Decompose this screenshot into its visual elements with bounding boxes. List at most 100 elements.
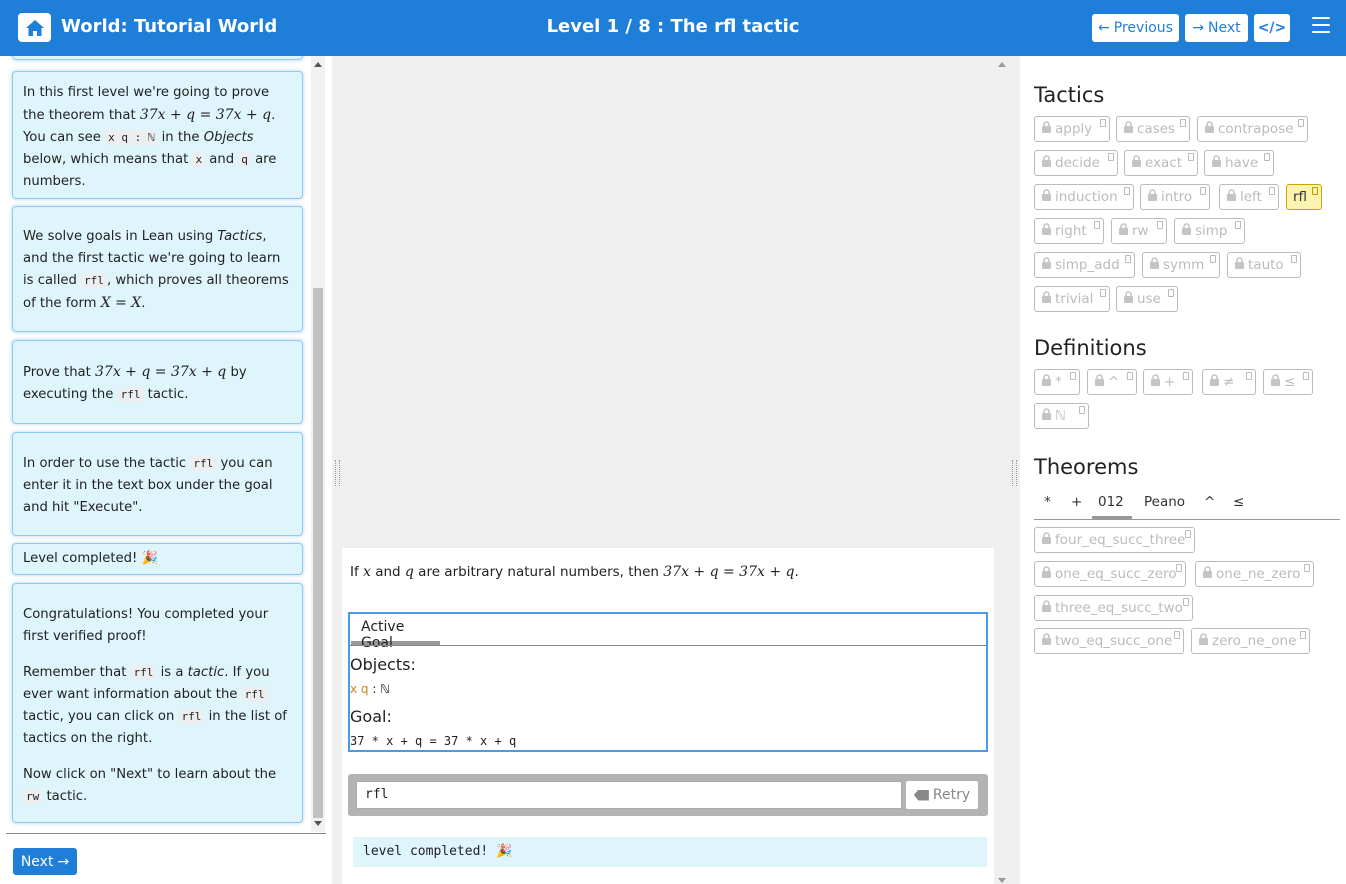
intro-scroll-area[interactable]: In this first level we're going to prove… (0, 56, 326, 832)
locked-chip[interactable]: ^ (1087, 369, 1137, 395)
doc-icon (1183, 372, 1189, 380)
doc-icon (1264, 153, 1270, 161)
tab-012[interactable]: 012 (1098, 494, 1124, 510)
locked-chip[interactable]: simp_add (1034, 252, 1135, 278)
locked-chip[interactable]: one_eq_succ_zero (1034, 561, 1186, 587)
lock-icon (1041, 223, 1052, 239)
locked-chip[interactable]: zero_ne_one (1191, 628, 1310, 654)
locked-chip[interactable]: trivial (1034, 286, 1110, 312)
chip-label: tauto (1248, 257, 1284, 273)
locked-chip[interactable]: + (1143, 369, 1193, 395)
doc-icon (1174, 631, 1180, 639)
tab-peano[interactable]: Peano (1144, 494, 1185, 510)
locked-chip[interactable]: left (1219, 184, 1279, 210)
locked-chip[interactable]: four_eq_succ_three (1034, 527, 1195, 553)
locked-chip[interactable]: one_ne_zero (1195, 561, 1314, 587)
inline-code: rfl (130, 665, 157, 680)
locked-chip[interactable]: use (1116, 286, 1178, 312)
scroll-down-icon[interactable] (998, 878, 1006, 883)
locked-chip[interactable]: right (1034, 218, 1104, 244)
lock-icon (1041, 532, 1052, 548)
tab-active-goal[interactable]: Active Goal (351, 614, 440, 651)
locked-chip[interactable]: ≤ (1263, 369, 1313, 395)
lock-icon (1270, 374, 1281, 390)
locked-chip[interactable]: tauto (1227, 252, 1301, 278)
level-completed-message: level completed! 🎉 (353, 837, 987, 867)
hamburger-menu-icon[interactable] (1312, 17, 1330, 33)
locked-chip[interactable]: two_eq_succ_one (1034, 628, 1184, 654)
chip-label: rw (1132, 223, 1149, 239)
chip-label: four_eq_succ_three (1055, 532, 1186, 548)
lock-icon (1204, 121, 1215, 137)
tab-multiplication[interactable]: * (1044, 494, 1051, 510)
arrow-left-icon: ← (1098, 20, 1110, 36)
locked-chip[interactable]: symm (1142, 252, 1220, 278)
retry-label: Retry (932, 787, 971, 803)
chip-label: three_eq_succ_two (1055, 600, 1183, 616)
locked-chip[interactable]: * (1034, 369, 1080, 395)
previous-button[interactable]: ← Previous (1092, 14, 1179, 42)
locked-chip[interactable]: simp (1174, 218, 1245, 244)
level-statement-box: If x and q are arbitrary natural numbers… (342, 548, 994, 884)
emphasis-text: Objects (203, 130, 254, 145)
chip-label: ≠ (1223, 374, 1235, 390)
locked-chip[interactable]: contrapose (1197, 116, 1308, 142)
card-paragraph: Congratulations! You completed your firs… (23, 607, 269, 644)
tactics-title: Tactics (1034, 83, 1105, 107)
lock-icon (1181, 223, 1192, 239)
scroll-up-icon[interactable] (998, 62, 1006, 67)
card-paragraph: Now click on "Next" to learn about the r… (23, 764, 292, 808)
lock-icon (1041, 189, 1052, 205)
chip-label: simp (1195, 223, 1228, 239)
card-text: In order to use the tactic (23, 456, 191, 471)
divider (6, 833, 326, 834)
doc-icon (1183, 598, 1189, 606)
locked-chip[interactable]: exact (1124, 150, 1198, 176)
retry-button[interactable]: Retry (906, 781, 978, 809)
tab-addition[interactable]: + (1071, 494, 1082, 510)
statement-text: . (794, 564, 799, 580)
tactic-chip-unlocked[interactable]: rfl (1286, 184, 1322, 210)
backspace-icon (913, 789, 929, 801)
locked-chip[interactable]: ≠ (1202, 369, 1256, 395)
tab-power[interactable]: ^ (1204, 494, 1215, 510)
object-variables: x q (350, 682, 369, 696)
locked-chip[interactable]: ℕ (1034, 403, 1089, 429)
scroll-thumb[interactable] (313, 288, 323, 818)
scroll-down-icon[interactable] (314, 821, 322, 826)
doc-icon (1312, 187, 1318, 195)
resize-handle-left[interactable] (335, 460, 340, 486)
locked-chip[interactable]: intro (1140, 184, 1210, 210)
locked-chip[interactable]: cases (1116, 116, 1190, 142)
statement-text: are arbitrary natural numbers, then (413, 564, 664, 580)
chip-label: + (1164, 374, 1176, 390)
lock-icon (1131, 155, 1142, 171)
code-icon: </> (1257, 20, 1287, 36)
arrow-right-icon: → (57, 853, 70, 870)
next-label: Next (1208, 20, 1241, 36)
scroll-up-icon[interactable] (314, 62, 322, 67)
editor-mode-button[interactable]: </> (1254, 14, 1290, 42)
next-button[interactable]: → Next (1185, 14, 1248, 42)
chip-label: ≤ (1284, 374, 1296, 390)
locked-chip[interactable]: induction (1034, 184, 1134, 210)
definitions-title: Definitions (1034, 336, 1147, 360)
inline-code: rfl (117, 387, 144, 402)
tab-less-equal[interactable]: ≤ (1233, 494, 1244, 510)
lock-icon (1226, 189, 1237, 205)
doc-icon (1079, 406, 1085, 414)
doc-icon (1127, 372, 1133, 380)
doc-icon (1291, 255, 1297, 263)
lock-icon (1041, 408, 1052, 424)
locked-chip[interactable]: apply (1034, 116, 1110, 142)
chip-label: have (1225, 155, 1259, 171)
locked-chip[interactable]: have (1204, 150, 1274, 176)
tactic-input[interactable]: rfl (356, 781, 902, 809)
next-level-button[interactable]: Next → (13, 848, 77, 875)
inventory-panel: Tactics apply cases contrapose decide exact h… (1020, 56, 1346, 884)
locked-chip[interactable]: rw (1111, 218, 1167, 244)
intro-scrollbar[interactable] (311, 56, 325, 832)
locked-chip[interactable]: three_eq_succ_two (1034, 595, 1193, 621)
resize-handle-right[interactable] (1012, 460, 1017, 486)
locked-chip[interactable]: decide (1034, 150, 1118, 176)
